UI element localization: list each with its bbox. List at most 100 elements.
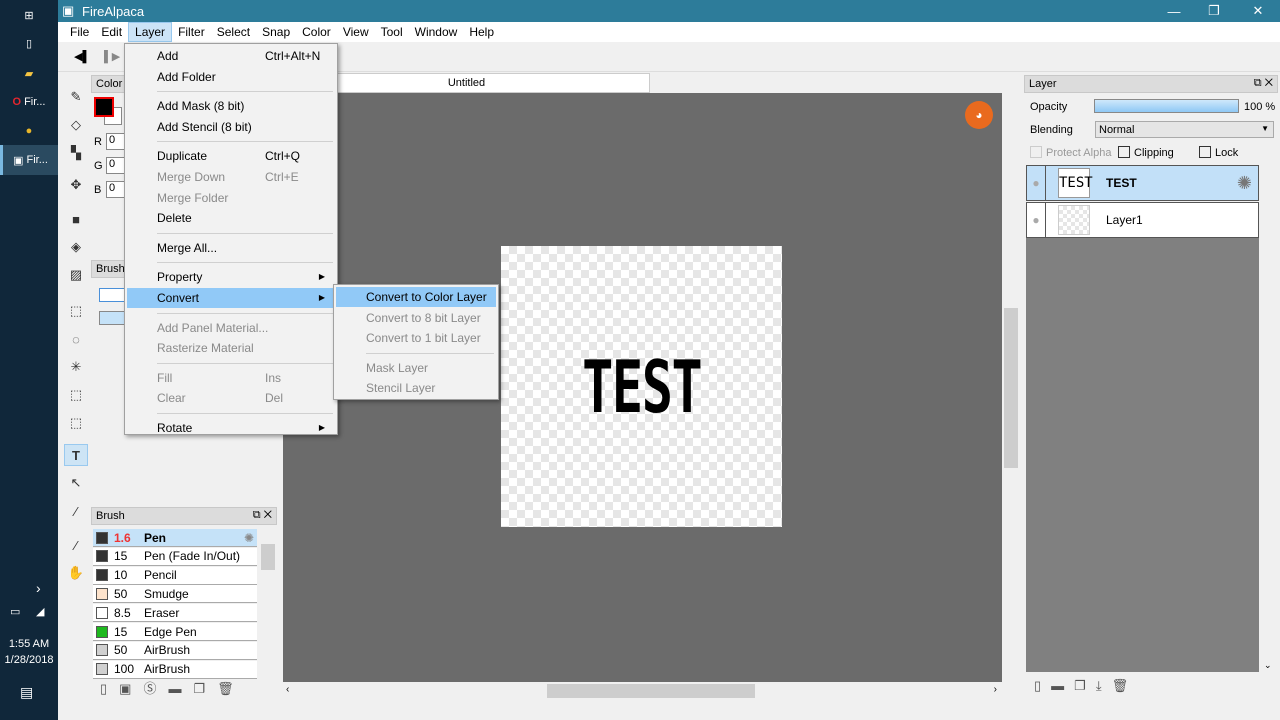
menu-item-merge-down[interactable]: Merge Down Ctrl+E	[127, 167, 335, 187]
red-input[interactable]: 0	[106, 133, 126, 150]
menu-item-merge-folder[interactable]: Merge Folder	[127, 188, 335, 208]
delete-brush-icon[interactable]: 🗑	[217, 681, 246, 696]
select-pen-tool-icon[interactable]: ⬚	[64, 384, 88, 406]
hand-tool-icon[interactable]: ✋	[64, 562, 88, 584]
menu-select[interactable]: Select	[211, 23, 256, 41]
lock-checkbox[interactable]	[1199, 146, 1211, 158]
new-layer-icon[interactable]: ▯	[1034, 678, 1051, 693]
horizontal-scrollbar[interactable]: ‹ ›	[283, 682, 1003, 700]
menu-window[interactable]: Window	[409, 23, 464, 41]
brush-item-pen[interactable]: 1.6 Pen ✺	[93, 529, 257, 547]
protect-alpha-checkbox[interactable]	[1030, 146, 1042, 158]
wifi-icon[interactable]: ◢	[36, 605, 44, 618]
menu-item-add-folder[interactable]: Add Folder	[127, 67, 335, 87]
taskbar-item-opera[interactable]: O Fir...	[0, 87, 58, 117]
eraser-tool-icon[interactable]: ◇	[64, 114, 88, 136]
duplicate-brush-icon[interactable]: ❐	[193, 681, 217, 696]
menu-item-add-mask-8-bit[interactable]: Add Mask (8 bit)	[127, 96, 335, 116]
menu-item-add[interactable]: Add Ctrl+Alt+N	[127, 46, 335, 66]
layer-list-scrollbar[interactable]: ⌄	[1260, 165, 1278, 672]
blue-input[interactable]: 0	[106, 181, 126, 198]
select-eraser-tool-icon[interactable]: ⬚	[64, 412, 88, 434]
previous-frame-icon[interactable]: ◀▌	[74, 50, 90, 63]
taskbar-item-firealpaca[interactable]: ▣ Fir...	[0, 145, 58, 175]
menu-snap[interactable]: Snap	[256, 23, 296, 41]
brush-item-edge-pen[interactable]: 15 Edge Pen	[93, 623, 257, 641]
menu-item-convert-to-1-bit-layer[interactable]: Convert to 1 bit Layer	[336, 328, 496, 348]
panel-float-close-icon[interactable]: ⧉ ✕	[253, 509, 272, 522]
task-view-icon[interactable]: ▯	[0, 28, 58, 58]
brush-item-eraser[interactable]: 8.5 Eraser	[93, 604, 257, 623]
dot-tool-icon[interactable]: ▚	[64, 142, 88, 164]
horizontal-scroll-thumb[interactable]	[547, 684, 755, 698]
eyedropper-tool-icon[interactable]: ⁄	[64, 534, 88, 556]
lasso-tool-icon[interactable]: ◌	[64, 328, 88, 350]
vertical-scroll-thumb[interactable]	[1004, 308, 1018, 468]
blur-tool-icon[interactable]: ⁄	[64, 500, 88, 522]
menu-item-delete[interactable]: Delete	[127, 208, 335, 228]
visibility-icon[interactable]: ●	[1027, 176, 1045, 190]
vertical-scrollbar[interactable]	[1002, 93, 1020, 682]
bucket-tool-icon[interactable]: ◈	[64, 236, 88, 258]
clipping-checkbox[interactable]	[1118, 146, 1130, 158]
menu-layer[interactable]: Layer	[128, 22, 173, 42]
primary-color-swatch[interactable]	[94, 97, 114, 117]
brush-item-pen-fade-in-out[interactable]: 15 Pen (Fade In/Out)	[93, 547, 257, 566]
opacity-slider[interactable]	[1094, 99, 1239, 113]
blending-select[interactable]: Normal ▼	[1095, 121, 1274, 138]
menu-item-property[interactable]: Property ▶	[127, 267, 335, 287]
menu-filter[interactable]: Filter	[172, 23, 211, 41]
layer-row-test[interactable]: ● TEST TEST ✺	[1026, 165, 1259, 201]
clock[interactable]: 1:55 AM 1/28/2018	[0, 636, 58, 668]
move-tool-icon[interactable]: ✥	[64, 174, 88, 196]
new-brush-icon[interactable]: ▯	[100, 681, 119, 696]
windows-start-icon[interactable]: ⊞	[0, 0, 58, 30]
pen-tool-icon[interactable]: ✎	[64, 86, 88, 108]
new-dot-brush-icon[interactable]: ▣	[119, 681, 143, 696]
menu-help[interactable]: Help	[463, 23, 500, 41]
fill-rect-tool-icon[interactable]: ■	[64, 208, 88, 230]
menu-item-clear[interactable]: Clear Del	[127, 388, 335, 408]
file-explorer-icon[interactable]: ▰	[0, 58, 58, 88]
menu-tool[interactable]: Tool	[375, 23, 409, 41]
brush-item-smudge[interactable]: 50 Smudge	[93, 585, 257, 604]
show-hidden-icons-chevron-icon[interactable]: ›	[36, 580, 41, 596]
menu-item-rotate[interactable]: Rotate ▶	[127, 418, 335, 438]
select-tool-icon[interactable]: ⬚	[64, 300, 88, 322]
panel-float-close-icon[interactable]: ⧉ ✕	[1254, 77, 1273, 90]
brush-list-scrollbar[interactable]	[259, 528, 277, 670]
menu-view[interactable]: View	[337, 23, 375, 41]
menu-edit[interactable]: Edit	[95, 23, 128, 41]
menu-item-fill[interactable]: Fill Ins	[127, 368, 335, 388]
gear-icon[interactable]: ✺	[244, 531, 254, 545]
layer-row-layer1[interactable]: ● Layer1	[1026, 202, 1259, 238]
menu-item-merge-all[interactable]: Merge All...	[127, 238, 335, 258]
menu-item-convert-to-color-layer[interactable]: Convert to Color Layer	[336, 287, 496, 307]
menu-item-stencil-layer[interactable]: Stencil Layer	[336, 378, 496, 398]
action-center-icon[interactable]: ▤	[20, 684, 33, 701]
new-script-brush-icon[interactable]: Ⓢ	[143, 681, 168, 696]
magic-wand-tool-icon[interactable]: ✳	[64, 356, 88, 378]
taskbar-item-chrome[interactable]: ●	[0, 116, 58, 146]
brush-item-airbrush[interactable]: 100 AirBrush	[93, 660, 257, 679]
menu-item-rasterize-material[interactable]: Rasterize Material	[127, 338, 335, 358]
menu-item-add-panel-material[interactable]: Add Panel Material...	[127, 318, 335, 338]
brush-folder-icon[interactable]: ▬	[168, 681, 193, 696]
merge-down-icon[interactable]: ⤓	[1096, 678, 1112, 693]
document-canvas[interactable]: TEST	[501, 246, 782, 527]
maximize-button[interactable]: ❐	[1196, 0, 1232, 22]
visibility-icon[interactable]: ●	[1027, 213, 1045, 227]
tab-untitled[interactable]: Untitled	[283, 73, 650, 93]
close-button[interactable]: ✕	[1240, 0, 1276, 22]
new-folder-icon[interactable]: ▬	[1051, 678, 1074, 693]
delete-layer-icon[interactable]: 🗑	[1112, 678, 1139, 693]
next-frame-icon[interactable]: ▌▶	[104, 50, 120, 63]
menu-item-convert[interactable]: Convert ▶	[127, 288, 335, 308]
menu-color[interactable]: Color	[296, 23, 337, 41]
text-tool-icon[interactable]: T	[64, 444, 88, 466]
brush-item-pencil[interactable]: 10 Pencil	[93, 566, 257, 585]
menu-item-duplicate[interactable]: Duplicate Ctrl+Q	[127, 146, 335, 166]
gear-icon[interactable]: ✺	[1237, 173, 1252, 194]
menu-item-convert-to-8-bit-layer[interactable]: Convert to 8 bit Layer	[336, 308, 496, 328]
battery-icon[interactable]: ▭	[10, 605, 20, 618]
